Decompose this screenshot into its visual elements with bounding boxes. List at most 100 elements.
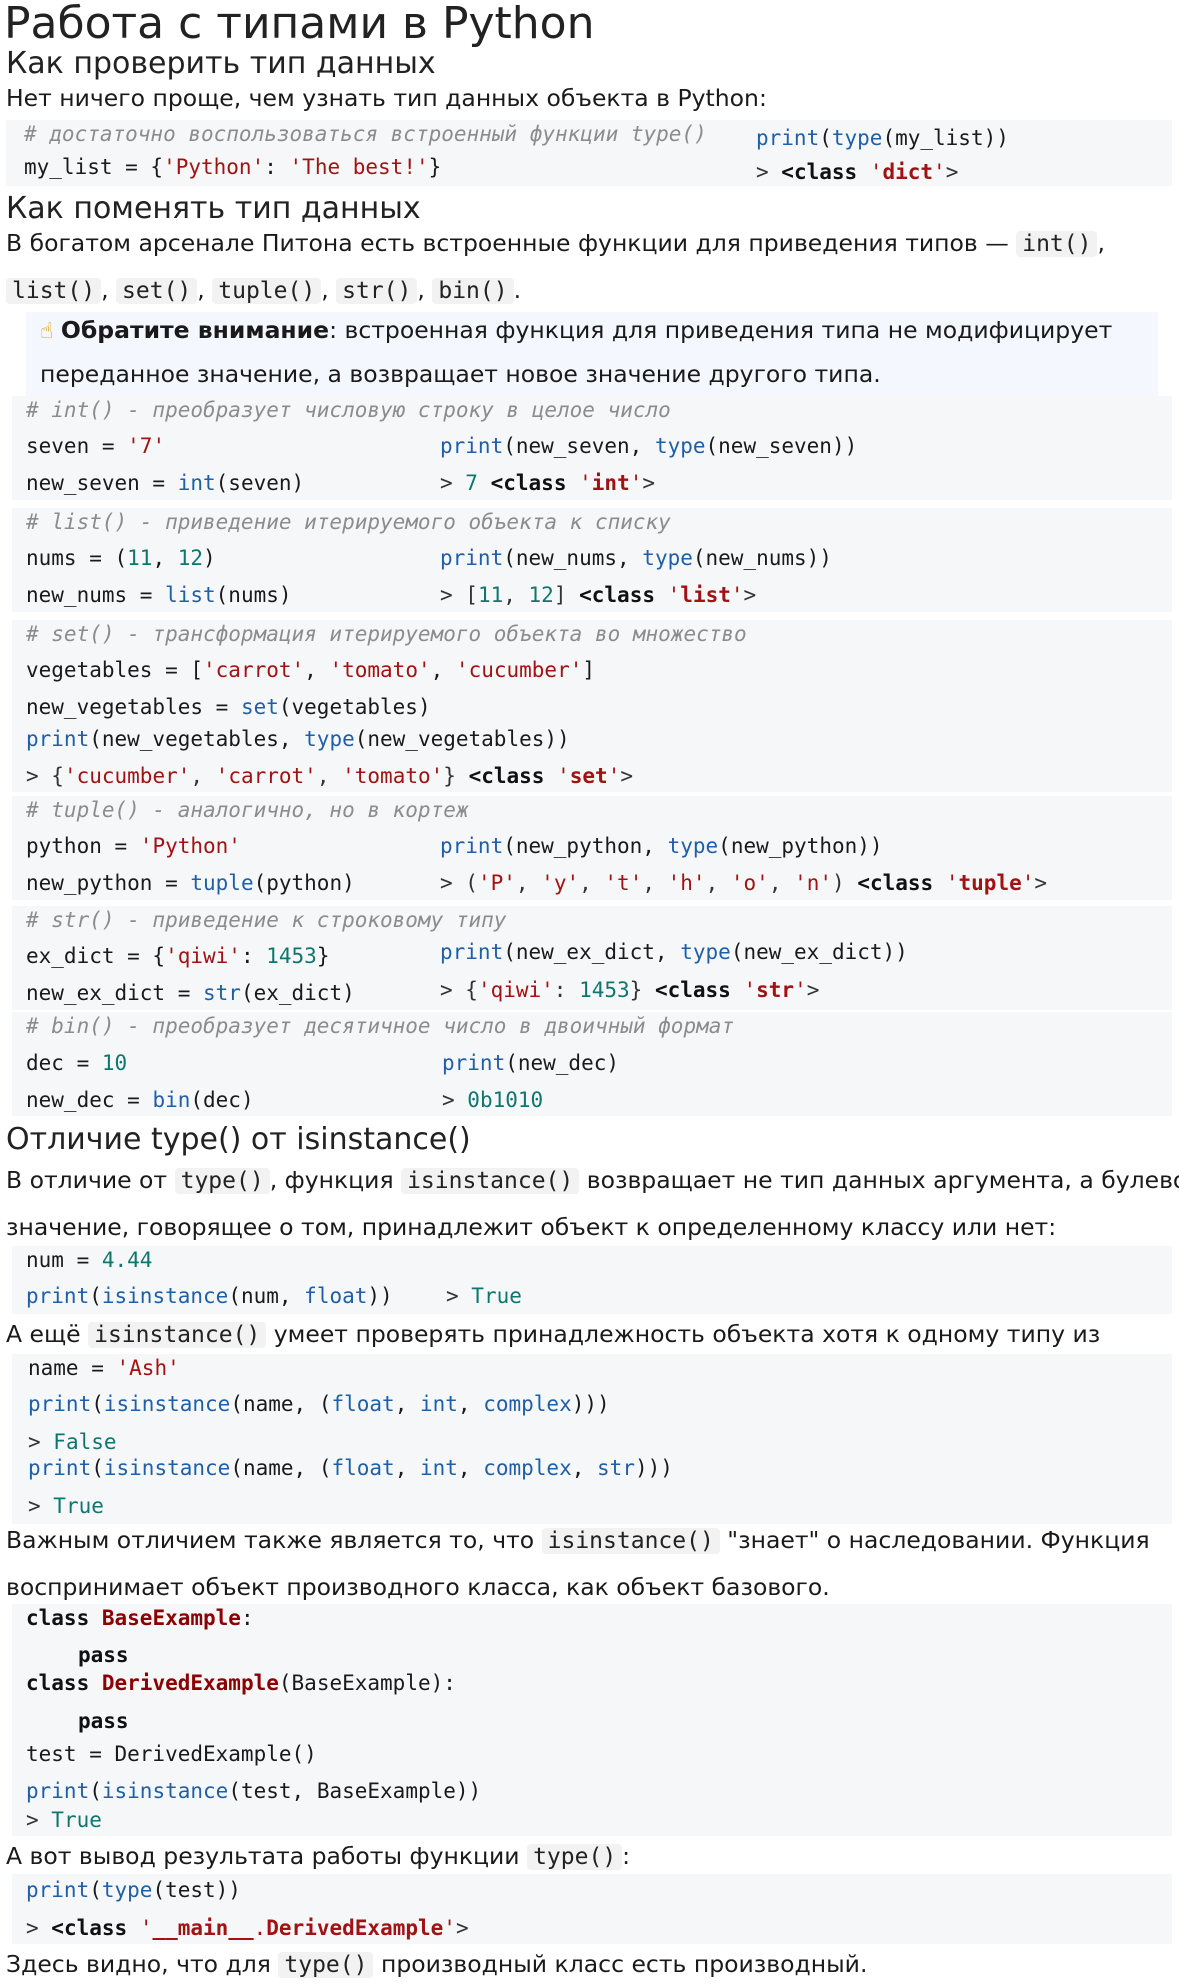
text: Здесь видно, что для [6, 1950, 271, 1978]
code-block-type-test: print(type(test)) > <class '__main__.Der… [12, 1874, 1172, 1944]
code-output: > False [28, 1430, 117, 1454]
code-block-set: # set() - трансформация итерируемого объ… [12, 620, 1172, 792]
paragraph-isinstance-2: А ещё isinstance() умеет проверять прина… [6, 1320, 1100, 1349]
code-line: new_dec = bin(dec) [26, 1088, 254, 1112]
code-output: > {'cucumber', 'carrot', 'tomato'} <clas… [26, 764, 633, 788]
code-block-int: # int() - преобразует числовую строку в … [12, 396, 1172, 500]
code-output: > 0b1010 [442, 1088, 544, 1112]
text: А ещё [6, 1320, 81, 1348]
inline-code: str() [336, 278, 418, 304]
paragraph-inheritance: Важным отличием также является то, что i… [6, 1526, 1150, 1555]
cast-functions: list(), set(), tuple(), str(), bin(). [6, 276, 521, 305]
note-callout: ☝ Обратите внимание: встроенная функция … [26, 312, 1158, 396]
code-line: print(isinstance(test, BaseExample)) [26, 1779, 482, 1803]
note-line-2: переданное значение, а возвращает новое … [40, 360, 881, 388]
code-block-tuple: # tuple() - аналогично, но в кортеж pyth… [12, 796, 1172, 900]
cast-paragraph: В богатом арсенале Питона есть встроенны… [6, 229, 1105, 257]
inline-code: type() [527, 1844, 623, 1870]
code-block-str: # str() - приведение к строковому типу e… [12, 906, 1172, 1010]
paragraph-type-output: А вот вывод результата работы функции ty… [6, 1842, 630, 1871]
code-output: > <class '__main__.DerivedExample'> [26, 1916, 469, 1940]
inline-code: isinstance() [88, 1322, 267, 1348]
code-line: new_seven = int(seven) [26, 471, 305, 495]
code-print: print(type(my_list)) [756, 126, 1009, 150]
code-line: pass [78, 1709, 129, 1733]
paragraph-isinstance-1: В отличие от type(), функция isinstance(… [6, 1166, 1179, 1195]
code-line: nums = (11, 12) [26, 546, 216, 570]
text: : [622, 1842, 631, 1870]
inline-code: set() [116, 278, 198, 304]
code-block-isinstance: num = 4.44 print(isinstance(num, float))… [12, 1246, 1172, 1314]
code-output: > <class 'dict'> [756, 160, 959, 184]
code-print: print(new_ex_dict, type(new_ex_dict)) [440, 940, 908, 964]
paragraph-conclusion: Здесь видно, что для type() производный … [6, 1950, 867, 1979]
heading-type-vs-isinstance: Отличие type() от isinstance() [6, 1122, 471, 1157]
code-line: class DerivedExample(BaseExample): [26, 1671, 456, 1695]
note-text: : встроенная функция для приведения типа… [329, 316, 1113, 344]
intro-paragraph: Нет ничего проще, чем узнать тип данных … [6, 84, 767, 112]
code-comment: # tuple() - аналогично, но в кортеж [26, 798, 469, 822]
code-output: > {'qiwi': 1453} <class 'str'> [440, 978, 820, 1002]
code-line: python = 'Python' [26, 834, 241, 858]
inline-code: isinstance() [541, 1528, 720, 1554]
code-line: test = DerivedExample() [26, 1742, 317, 1766]
page-title: Работа с типами в Python [4, 0, 595, 49]
code-line: print(isinstance(name, (float, int, comp… [28, 1392, 610, 1416]
inline-code: type() [174, 1168, 270, 1194]
code-output: > ('P', 'y', 't', 'h', 'o', 'n') <class … [440, 871, 1048, 895]
code-line: dec = 10 [26, 1051, 128, 1075]
code-line: pass [78, 1643, 129, 1667]
text: возвращает не тип данных аргумента, а бу… [586, 1166, 1179, 1194]
inline-code: tuple() [212, 278, 322, 304]
code-comment: # int() - преобразует числовую строку в … [26, 398, 671, 422]
code-block-list: # list() - приведение итерируемого объек… [12, 508, 1172, 612]
code-comment: # str() - приведение к строковому типу [26, 908, 507, 932]
code-line: num = 4.44 [26, 1248, 153, 1272]
text: А вот вывод результата работы функции [6, 1842, 520, 1870]
inline-code: type() [278, 1952, 374, 1978]
text: В отличие от [6, 1166, 168, 1194]
code-block-type: # достаточно воспользоваться встроенный … [6, 120, 1172, 186]
code-block-bin: # bin() - преобразует десятичное число в… [12, 1012, 1172, 1116]
note-line-1: ☝ Обратите внимание: встроенная функция … [40, 316, 1112, 346]
code-line: new_ex_dict = str(ex_dict) [26, 981, 355, 1005]
code-line: my_list = {'Python': 'The best!'} [24, 155, 442, 179]
inline-code: isinstance() [401, 1168, 580, 1194]
code-comment: # list() - приведение итерируемого объек… [26, 510, 671, 534]
text: умеет проверять принадлежность объекта х… [273, 1320, 1101, 1348]
text: "знает" о наследовании. Функция [727, 1526, 1150, 1554]
code-line: new_python = tuple(python) [26, 871, 355, 895]
inline-code: int() [1016, 231, 1098, 257]
code-output: > True [28, 1494, 104, 1518]
heading-change-type: Как поменять тип данных [6, 191, 421, 226]
code-output: > [11, 12] <class 'list'> [440, 583, 757, 607]
inline-code: bin() [432, 278, 514, 304]
code-line: new_vegetables = set(vegetables) [26, 695, 431, 719]
code-block-isinstance-tuple: name = 'Ash' print(isinstance(name, (flo… [12, 1354, 1172, 1524]
code-line: print(isinstance(num, float)) [26, 1284, 393, 1308]
text: Важным отличием также является то, что [6, 1526, 535, 1554]
code-line: print(isinstance(name, (float, int, comp… [28, 1456, 673, 1480]
code-line: ex_dict = {'qiwi': 1453} [26, 944, 330, 968]
code-comment: # set() - трансформация итерируемого объ… [26, 622, 747, 646]
code-line: new_nums = list(nums) [26, 583, 292, 607]
code-line: print(type(test)) [26, 1878, 241, 1902]
code-line: seven = '7' [26, 434, 166, 458]
code-print: print(new_seven, type(new_seven)) [440, 434, 858, 458]
code-output: > 7 <class 'int'> [440, 471, 656, 495]
cast-text: В богатом арсенале Питона есть встроенны… [6, 229, 1009, 257]
code-line: name = 'Ash' [28, 1356, 180, 1380]
paragraph-inheritance-b: воспринимает объект производного класса,… [6, 1573, 830, 1601]
code-line: class BaseExample: [26, 1606, 254, 1630]
paragraph-isinstance-1b: значение, говорящее о том, принадлежит о… [6, 1213, 1057, 1241]
note-title: Обратите внимание [60, 316, 330, 344]
heading-check-type: Как проверить тип данных [6, 46, 436, 81]
text: , функция [269, 1166, 394, 1194]
article: Работа с типами в Python Как проверить т… [0, 0, 1179, 1986]
code-block-inheritance: class BaseExample: pass class DerivedExa… [12, 1604, 1172, 1836]
code-output: > True [26, 1808, 102, 1832]
pointing-hand-icon: ☝ [40, 319, 54, 344]
code-output: > True [446, 1284, 522, 1308]
code-print: print(new_python, type(new_python)) [440, 834, 883, 858]
code-print: print(new_nums, type(new_nums)) [440, 546, 832, 570]
